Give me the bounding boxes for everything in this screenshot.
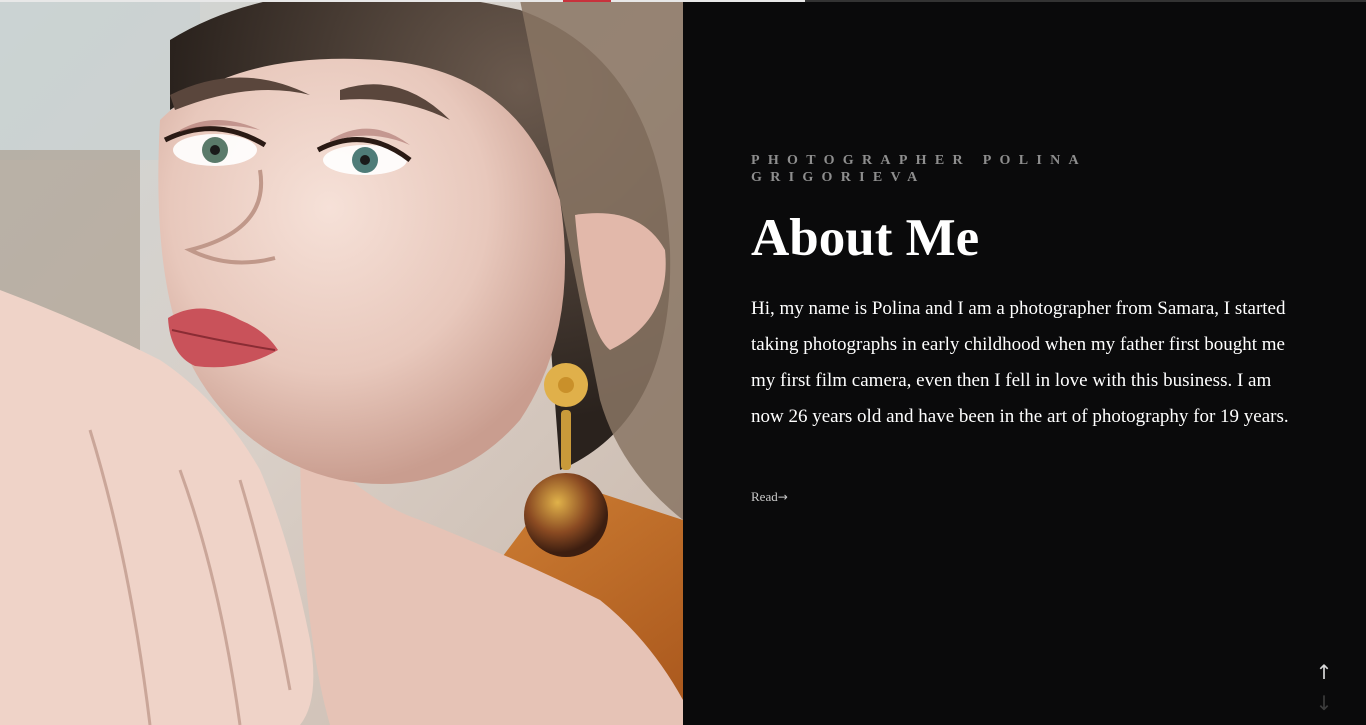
scroll-up-arrow-icon[interactable]: ↑ [1313,661,1335,683]
page-title: About Me [751,209,980,267]
bio-paragraph: Hi, my name is Polina and I am a photogr… [751,298,1289,427]
hero-portrait-photo [0,0,683,725]
progress-fill [0,0,805,2]
page-progress-bar [0,0,1366,2]
progress-accent [563,0,611,2]
portrait-photo-icon [0,0,683,725]
about-section: Photographer Polina Grigorieva About Me … [683,0,1366,725]
read-more-link[interactable]: Read→ [751,488,788,506]
arrow-right-icon: → [777,490,788,504]
kicker-subtitle: Photographer Polina Grigorieva [751,153,1087,185]
scroll-down-arrow-icon[interactable]: ↓ [1313,692,1335,714]
read-more-label: Read [751,489,778,504]
